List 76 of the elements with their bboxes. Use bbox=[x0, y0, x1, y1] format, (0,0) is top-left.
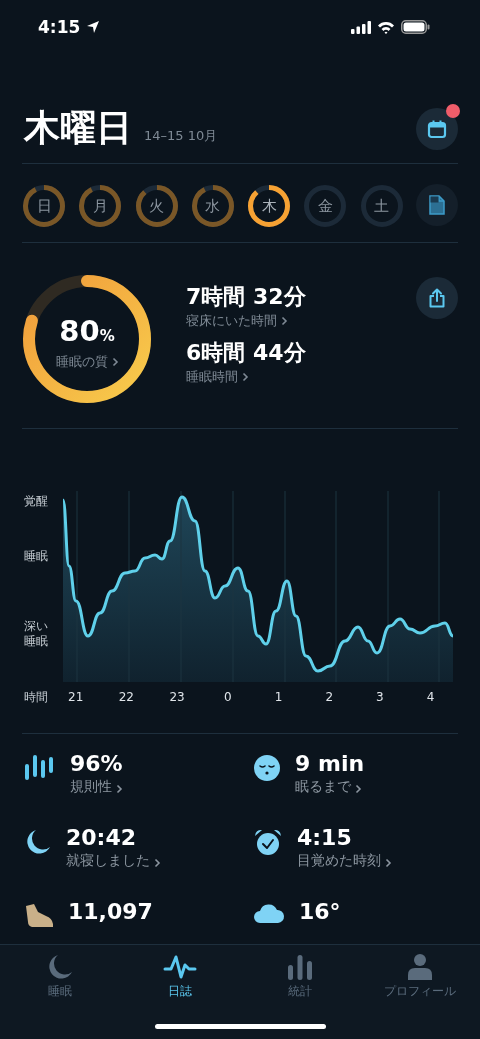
chevron-icon bbox=[154, 858, 161, 868]
metric-value: 9 min bbox=[295, 750, 365, 778]
status-time: 4:15 bbox=[38, 17, 81, 37]
quality-link[interactable]: 睡眠の質 bbox=[55, 353, 119, 371]
chevron-icon bbox=[116, 784, 123, 794]
tick-label: 2 bbox=[324, 690, 334, 704]
wifi-icon bbox=[377, 20, 395, 34]
sleepy-face-icon bbox=[253, 754, 281, 782]
share-button[interactable] bbox=[416, 277, 458, 319]
tab-bar-item[interactable]: 睡眠 bbox=[0, 945, 120, 1000]
alarm-clock-icon bbox=[253, 828, 283, 858]
battery-icon bbox=[401, 20, 430, 34]
metric-value: 20:42 bbox=[66, 824, 138, 852]
share-icon bbox=[428, 288, 446, 308]
day-progress-ring bbox=[247, 184, 292, 228]
day-tab[interactable]: 金 bbox=[303, 184, 348, 228]
chevron-icon bbox=[355, 784, 362, 794]
tick-label: 1 bbox=[273, 690, 284, 704]
day-tab[interactable]: 日 bbox=[22, 184, 66, 228]
chevron-icon bbox=[111, 357, 119, 367]
document-icon bbox=[428, 195, 445, 215]
tick-label: 21 bbox=[67, 690, 85, 704]
person-icon bbox=[407, 953, 433, 981]
day-title: 木曜日 bbox=[24, 106, 132, 150]
axis-label: 睡眠 bbox=[24, 549, 49, 564]
chevron-icon bbox=[385, 858, 392, 868]
tab-bar-item[interactable]: 統計 bbox=[240, 945, 360, 1000]
signal-icon bbox=[351, 20, 371, 34]
location-icon bbox=[86, 20, 101, 34]
bars-icon bbox=[24, 754, 56, 782]
cloud-icon bbox=[253, 902, 285, 924]
calendar-button[interactable] bbox=[416, 107, 458, 150]
chevron-icon bbox=[281, 316, 288, 326]
day-tab[interactable]: 月 bbox=[78, 184, 123, 228]
axis-label: 深い睡眠 bbox=[24, 619, 49, 649]
tick-label: 3 bbox=[375, 690, 385, 704]
day-tab[interactable]: 木 bbox=[247, 184, 292, 228]
metric-link[interactable]: 規則性 bbox=[70, 778, 123, 796]
metric-link[interactable]: 就寝しました bbox=[66, 852, 161, 870]
day-tab[interactable]: 土 bbox=[359, 184, 404, 228]
date-range: 14–15 10月 bbox=[144, 126, 218, 145]
tab-bar-item[interactable]: 日誌 bbox=[120, 945, 240, 1000]
calendar-icon bbox=[427, 118, 447, 139]
day-progress-ring bbox=[134, 184, 179, 228]
report-button[interactable] bbox=[415, 184, 458, 226]
day-tab[interactable]: 火 bbox=[134, 184, 179, 228]
metric-link[interactable]: 眠るまで bbox=[295, 778, 365, 796]
wave-icon bbox=[163, 953, 197, 981]
duration-link[interactable]: 睡眠時間 bbox=[186, 368, 416, 386]
tick-label: 22 bbox=[117, 690, 135, 704]
day-tab[interactable]: 水 bbox=[190, 184, 235, 228]
quality-percent: 80% bbox=[59, 314, 115, 350]
duration-value: 6時間 44分 bbox=[186, 339, 307, 367]
duration-link[interactable]: 寝床にいた時間 bbox=[186, 312, 416, 330]
metric-value: 4:15 bbox=[297, 824, 353, 852]
duration-value: 7時間 32分 bbox=[186, 283, 307, 311]
moon-icon bbox=[24, 828, 52, 856]
metric-value: 16° bbox=[299, 898, 341, 926]
axis-label: 覚醒 bbox=[24, 494, 49, 509]
day-progress-ring bbox=[303, 184, 348, 228]
chevron-icon bbox=[242, 372, 249, 382]
tab-bar-item[interactable]: プロフィール bbox=[360, 945, 480, 1000]
tick-label: 0 bbox=[222, 690, 233, 704]
metric-link[interactable]: 目覚めた時刻 bbox=[297, 852, 392, 870]
axis-label: 時間 bbox=[24, 688, 49, 706]
metric-value: 11,097 bbox=[68, 898, 153, 926]
day-progress-ring bbox=[190, 184, 235, 228]
tick-label: 4 bbox=[425, 690, 436, 704]
shoe-icon bbox=[24, 902, 54, 928]
day-progress-ring bbox=[22, 184, 66, 228]
tick-label: 23 bbox=[168, 690, 186, 704]
bar-chart-icon bbox=[287, 953, 313, 981]
moon-icon bbox=[46, 953, 74, 981]
metric-value: 96% bbox=[70, 750, 123, 778]
day-progress-ring bbox=[359, 184, 404, 228]
day-progress-ring bbox=[78, 184, 123, 228]
